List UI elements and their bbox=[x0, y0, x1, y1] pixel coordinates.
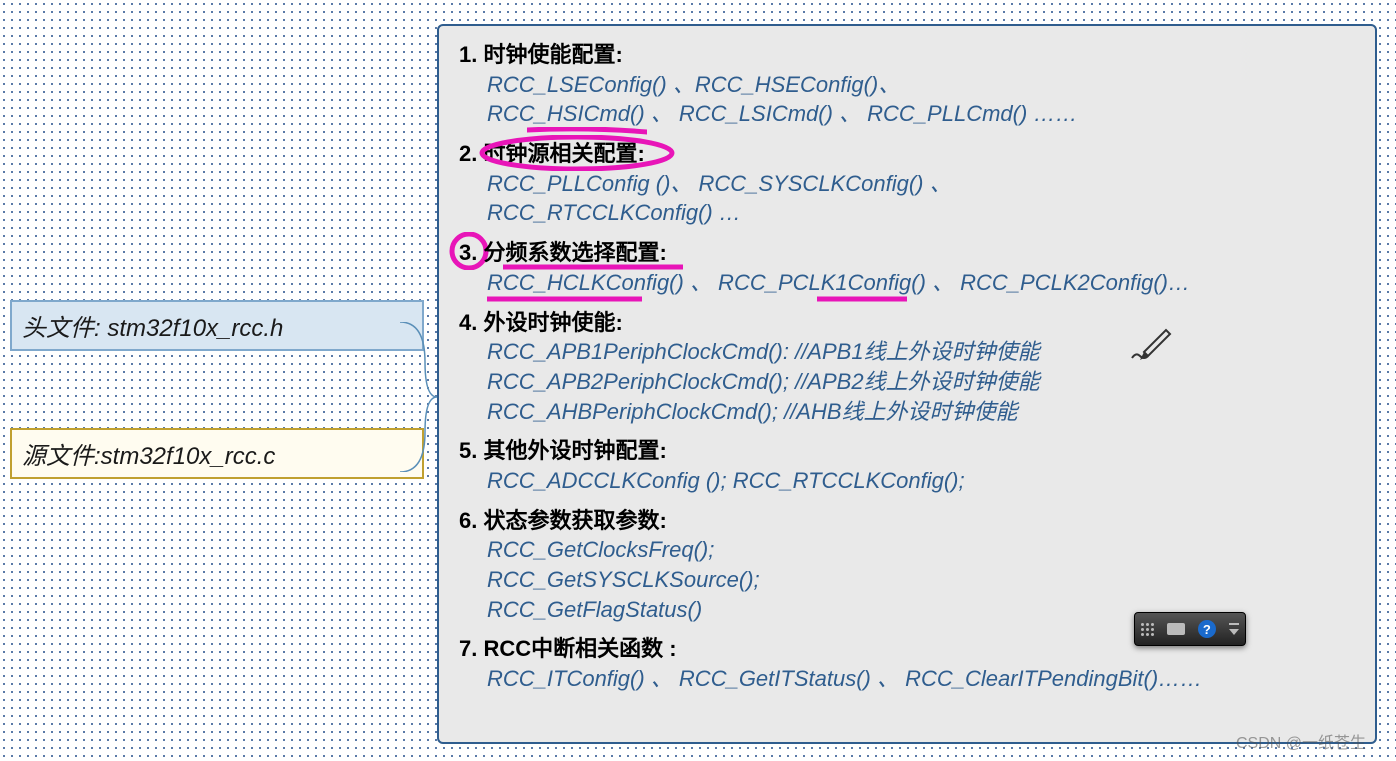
section-title-text: 时钟使能配置: bbox=[483, 42, 622, 67]
section-4-title: 4. 外设时钟使能: bbox=[459, 308, 1359, 338]
dropdown-icon[interactable] bbox=[1229, 629, 1239, 635]
section-num: 2. bbox=[459, 141, 477, 166]
code-line: RCC_LSEConfig() 、RCC_HSEConfig()、 bbox=[487, 72, 900, 97]
toolbar-controls[interactable] bbox=[1229, 623, 1239, 635]
code-line: RCC_AHBPeriphClockCmd(); //AHB线上外设时钟使能 bbox=[487, 399, 1018, 424]
section-2-body: RCC_PLLConfig ()、 RCC_SYSCLKConfig() 、 R… bbox=[487, 169, 1359, 228]
code-line: RCC_HCLKConfig() 、 RCC_PCLK1Config() 、 R… bbox=[487, 270, 1190, 295]
section-3-title: 3. 分频系数选择配置: bbox=[459, 238, 1359, 268]
section-num: 5. bbox=[459, 438, 477, 463]
floating-toolbar[interactable]: ? bbox=[1134, 612, 1246, 646]
section-title-text: 时钟源相关配置: bbox=[483, 141, 644, 166]
section-title-text: RCC中断相关函数 : bbox=[483, 636, 676, 661]
section-num: 1. bbox=[459, 42, 477, 67]
section-title-text: 状态参数获取参数: bbox=[483, 508, 666, 533]
section-5-body: RCC_ADCCLKConfig (); RCC_RTCCLKConfig(); bbox=[487, 466, 1359, 496]
section-6-title: 6. 状态参数获取参数: bbox=[459, 506, 1359, 536]
keyboard-icon[interactable] bbox=[1167, 623, 1185, 635]
section-7-body: RCC_ITConfig() 、 RCC_GetITStatus() 、 RCC… bbox=[487, 664, 1359, 694]
underline-annotation bbox=[527, 127, 647, 137]
underline-annotation bbox=[817, 296, 907, 304]
code-line: RCC_GetClocksFreq(); bbox=[487, 537, 714, 562]
grip-icon[interactable] bbox=[1141, 623, 1154, 636]
header-file-label: 头文件: stm32f10x_rcc.h bbox=[22, 315, 283, 342]
underline-annotation bbox=[487, 296, 642, 304]
section-num: 3. bbox=[459, 240, 477, 265]
section-3-body: RCC_HCLKConfig() 、 RCC_PCLK1Config() 、 R… bbox=[487, 268, 1359, 298]
section-title-text: 其他外设时钟配置: bbox=[483, 438, 666, 463]
minimize-icon[interactable] bbox=[1229, 623, 1239, 625]
code-line: RCC_HSICmd() 、 RCC_LSICmd() 、 RCC_PLLCmd… bbox=[487, 101, 1077, 126]
source-file-label: 源文件:stm32f10x_rcc.c bbox=[22, 443, 275, 470]
section-num: 4. bbox=[459, 310, 477, 335]
header-file-box: 头文件: stm32f10x_rcc.h bbox=[10, 300, 424, 351]
section-num: 7. bbox=[459, 636, 477, 661]
section-4-body: RCC_APB1PeriphClockCmd(): //APB1线上外设时钟使能… bbox=[487, 337, 1359, 426]
code-line: RCC_ITConfig() 、 RCC_GetITStatus() 、 RCC… bbox=[487, 666, 1202, 691]
code-line: RCC_ADCCLKConfig (); RCC_RTCCLKConfig(); bbox=[487, 468, 965, 493]
code-line: RCC_APB2PeriphClockCmd(); //APB2线上外设时钟使能 bbox=[487, 369, 1040, 394]
code-line: RCC_RTCCLKConfig() … bbox=[487, 200, 741, 225]
section-1-body: RCC_LSEConfig() 、RCC_HSEConfig()、 RCC_HS… bbox=[487, 70, 1359, 129]
section-num: 6. bbox=[459, 508, 477, 533]
section-1-title: 1. 时钟使能配置: bbox=[459, 40, 1359, 70]
source-file-box: 源文件:stm32f10x_rcc.c bbox=[10, 428, 424, 479]
watermark-text: CSDN @一纸苍生 bbox=[1236, 729, 1366, 753]
code-line: RCC_PLLConfig ()、 RCC_SYSCLKConfig() 、 bbox=[487, 171, 952, 196]
code-line: RCC_GetSYSCLKSource(); bbox=[487, 567, 760, 592]
section-2-title: 2. 时钟源相关配置: bbox=[459, 139, 1359, 169]
connector-bracket bbox=[400, 322, 437, 472]
pen-cursor-icon bbox=[1130, 328, 1174, 362]
code-line: RCC_GetFlagStatus() bbox=[487, 597, 702, 622]
help-icon[interactable]: ? bbox=[1198, 620, 1216, 638]
section-5-title: 5. 其他外设时钟配置: bbox=[459, 436, 1359, 466]
code-line: RCC_APB1PeriphClockCmd(): //APB1线上外设时钟使能 bbox=[487, 339, 1040, 364]
section-title-text: 外设时钟使能: bbox=[483, 310, 622, 335]
section-title-text: 分频系数选择配置: bbox=[483, 240, 666, 265]
